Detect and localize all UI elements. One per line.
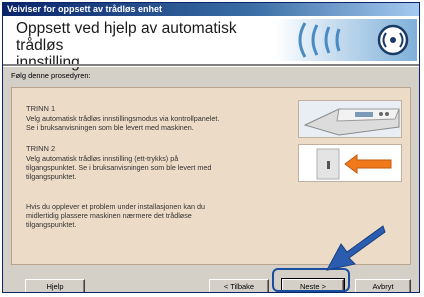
page-heading-line2: innstilling	[16, 54, 80, 71]
step2-line: Velg automatisk trådløs innstilling (ett…	[26, 154, 179, 163]
printer-control-panel-icon	[298, 100, 402, 138]
cancel-button[interactable]: Avbryt	[355, 279, 411, 292]
step1-line: Se i bruksanvisningen som ble levert med…	[26, 123, 194, 132]
window-title: Veiviser for oppsett av trådløs enhet	[3, 3, 419, 16]
blue-arrow-icon	[326, 225, 386, 271]
intro-text: Følg denne prosedyren:	[11, 71, 91, 80]
step2-text: Velg automatisk trådløs innstilling (ett…	[26, 154, 211, 181]
back-button[interactable]: < Tilbake	[209, 279, 269, 292]
access-point-button-arrow-icon	[298, 144, 402, 182]
step1-line: Velg automatisk trådløs innstillingsmodu…	[26, 114, 220, 123]
header-divider	[3, 64, 419, 67]
note-line: Hvis du opplever et problem under instal…	[26, 202, 205, 211]
help-button[interactable]: Hjelp	[25, 279, 85, 292]
wizard-header: Oppsett ved hjelp av automatisk trådløs …	[3, 16, 419, 71]
step1-title: TRINN 1	[26, 104, 56, 113]
wireless-signal-icon	[275, 19, 417, 61]
step2-line: tilgangspunktet. Se i bruksanvisningen s…	[26, 163, 212, 172]
note-text: Hvis du opplever et problem under instal…	[26, 202, 205, 229]
step2-title: TRINN 2	[26, 144, 56, 153]
step2-line: tilgangspunktet.	[26, 172, 77, 181]
note-line: tilgangspunktet.	[26, 220, 77, 229]
note-line: midlertidig plassere maskinen nærmere de…	[26, 211, 192, 220]
step1-text: Velg automatisk trådløs innstillingsmodu…	[26, 114, 219, 132]
page-heading-line1: Oppsett ved hjelp av automatisk trådløs	[16, 20, 237, 54]
